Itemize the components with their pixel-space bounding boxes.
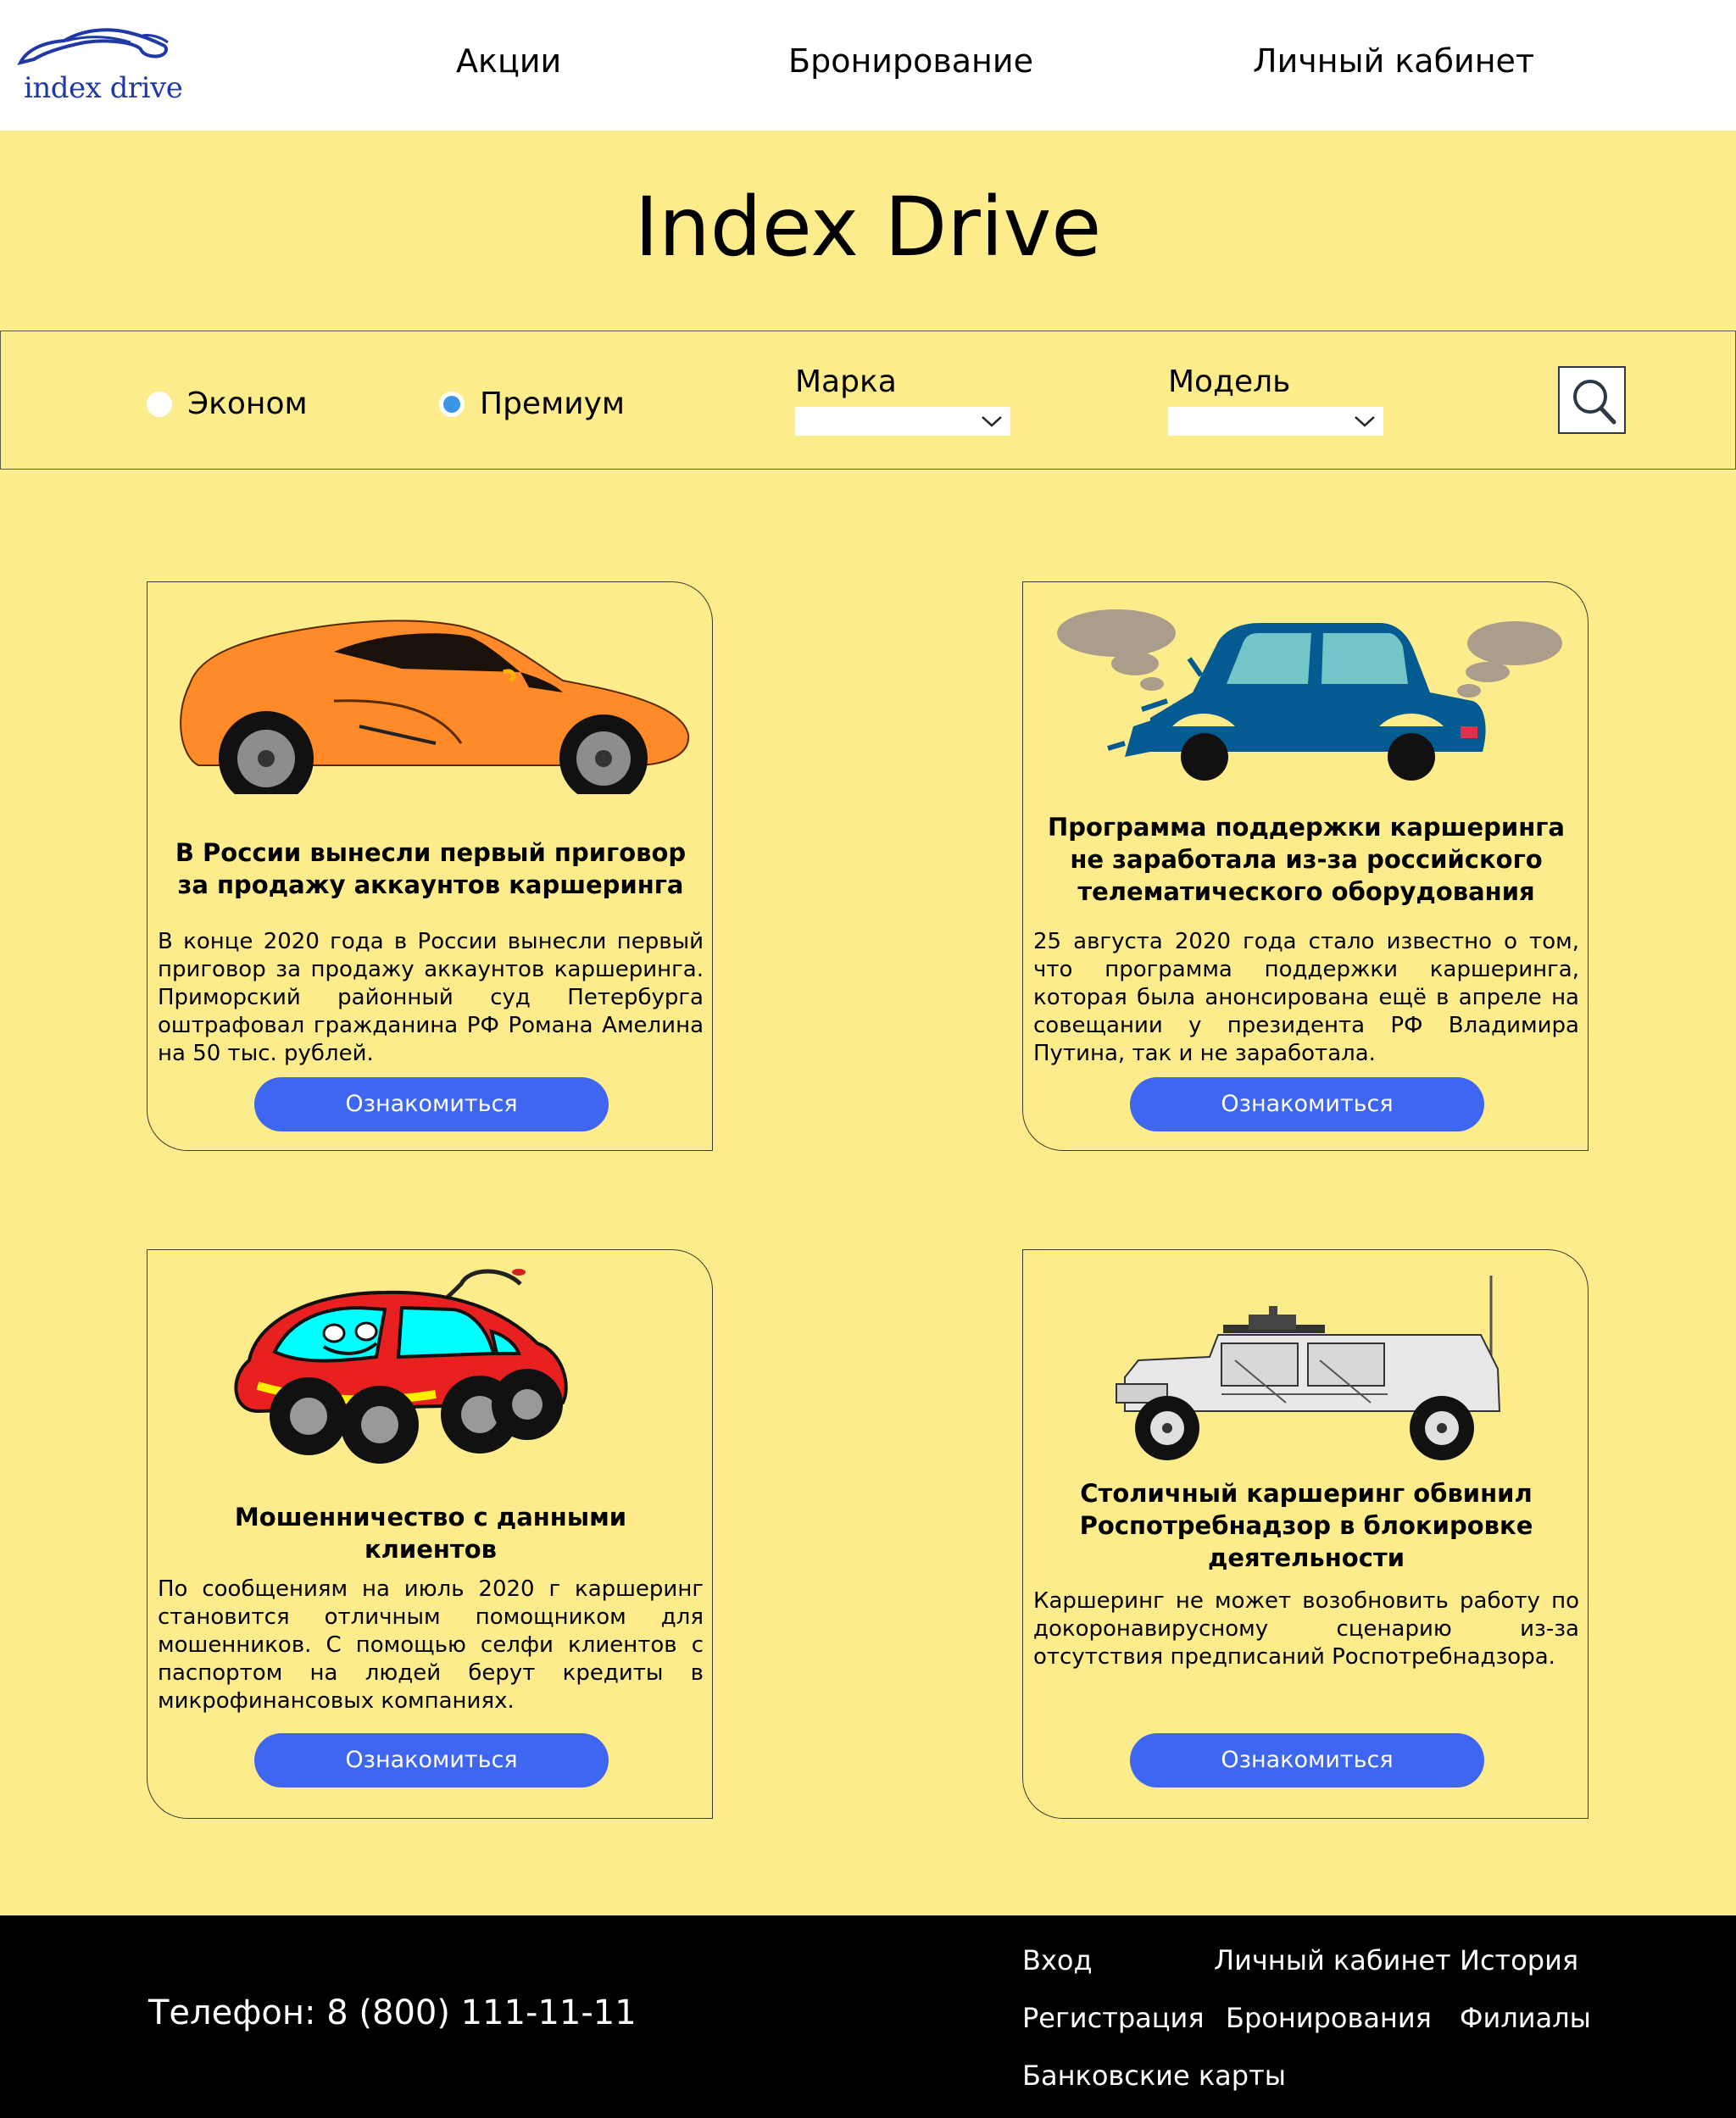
radio-economy-label: Эконом	[187, 386, 308, 421]
orange-sports-car-image	[180, 620, 690, 794]
page-title: Index Drive	[634, 180, 1102, 275]
card-text: В конце 2020 года в России вынесли первы…	[158, 929, 704, 1066]
radio-economy[interactable]: Эконом	[147, 386, 308, 421]
card-title: В России вынесли первый приговор за прод…	[175, 838, 687, 899]
model-label: Модель	[1168, 364, 1291, 399]
search-icon	[1573, 380, 1616, 425]
footer-link-login[interactable]: Вход	[1022, 1944, 1093, 1976]
chevron-down-icon	[982, 416, 1002, 427]
cartoon-red-car-image	[234, 1269, 568, 1464]
card-title: Столичный каршеринг обвинил Роспотребнад…	[1079, 1479, 1533, 1572]
footer-link-branches[interactable]: Филиалы	[1460, 2002, 1591, 2034]
brand-select[interactable]	[795, 407, 1010, 436]
read-more-button[interactable]: Ознакомиться	[1130, 1733, 1484, 1787]
card-text: Каршеринг не может возобновить работу по…	[1033, 1588, 1579, 1670]
nav-promotions[interactable]: Акции	[456, 42, 561, 80]
radio-economy-dot[interactable]	[147, 391, 172, 417]
news-card: Программа поддержки каршеринга не зарабо…	[1022, 581, 1589, 1151]
news-card: Столичный каршеринг обвинил Роспотребнад…	[1022, 1249, 1589, 1819]
footer-link-history[interactable]: История	[1460, 1944, 1578, 1976]
crashed-blue-car-image	[1057, 609, 1562, 781]
nav-account[interactable]: Личный кабинет	[1253, 42, 1534, 80]
read-more-button[interactable]: Ознакомиться	[254, 1733, 609, 1787]
brand-label: Марка	[795, 364, 897, 399]
footer-phone: Телефон: 8 (800) 111-11-11	[148, 1993, 637, 2032]
military-humvee-image	[1116, 1276, 1501, 1460]
card-title: Мошенничество с данными клиентов	[234, 1503, 627, 1564]
news-card: В России вынесли первый приговор за прод…	[147, 581, 713, 1151]
card-text: 25 августа 2020 года стало известно о то…	[1033, 929, 1579, 1066]
radio-premium[interactable]: Премиум	[439, 386, 625, 421]
footer-link-bookings[interactable]: Бронирования	[1226, 2002, 1432, 2034]
model-select[interactable]	[1168, 407, 1383, 436]
nav-booking[interactable]: Бронирование	[788, 42, 1033, 80]
news-card: Мошенничество с данными клиентов По сооб…	[147, 1249, 713, 1819]
top-navigation-bar: index drive Акции Бронирование Личный ка…	[0, 0, 1736, 131]
read-more-button[interactable]: Ознакомиться	[254, 1077, 609, 1131]
index-drive-logo[interactable]: index drive	[15, 24, 183, 108]
search-button[interactable]	[1558, 366, 1626, 434]
radio-premium-label: Премиум	[480, 386, 626, 421]
card-title: Программа поддержки каршеринга не зарабо…	[1047, 813, 1565, 906]
footer-link-register[interactable]: Регистрация	[1022, 2002, 1205, 2034]
footer: Телефон: 8 (800) 111-11-11 Вход Личный к…	[0, 1915, 1736, 2118]
logo-text: index drive	[24, 71, 183, 105]
car-logo-icon	[17, 28, 169, 65]
read-more-button[interactable]: Ознакомиться	[1130, 1077, 1484, 1131]
footer-link-account[interactable]: Личный кабинет	[1214, 1944, 1451, 1976]
radio-premium-dot[interactable]	[439, 391, 465, 417]
footer-link-bank-cards[interactable]: Банковские карты	[1022, 2060, 1286, 2092]
chevron-down-icon	[1355, 416, 1375, 427]
card-text: По сообщениям на июль 2020 г каршеринг с…	[158, 1576, 704, 1714]
